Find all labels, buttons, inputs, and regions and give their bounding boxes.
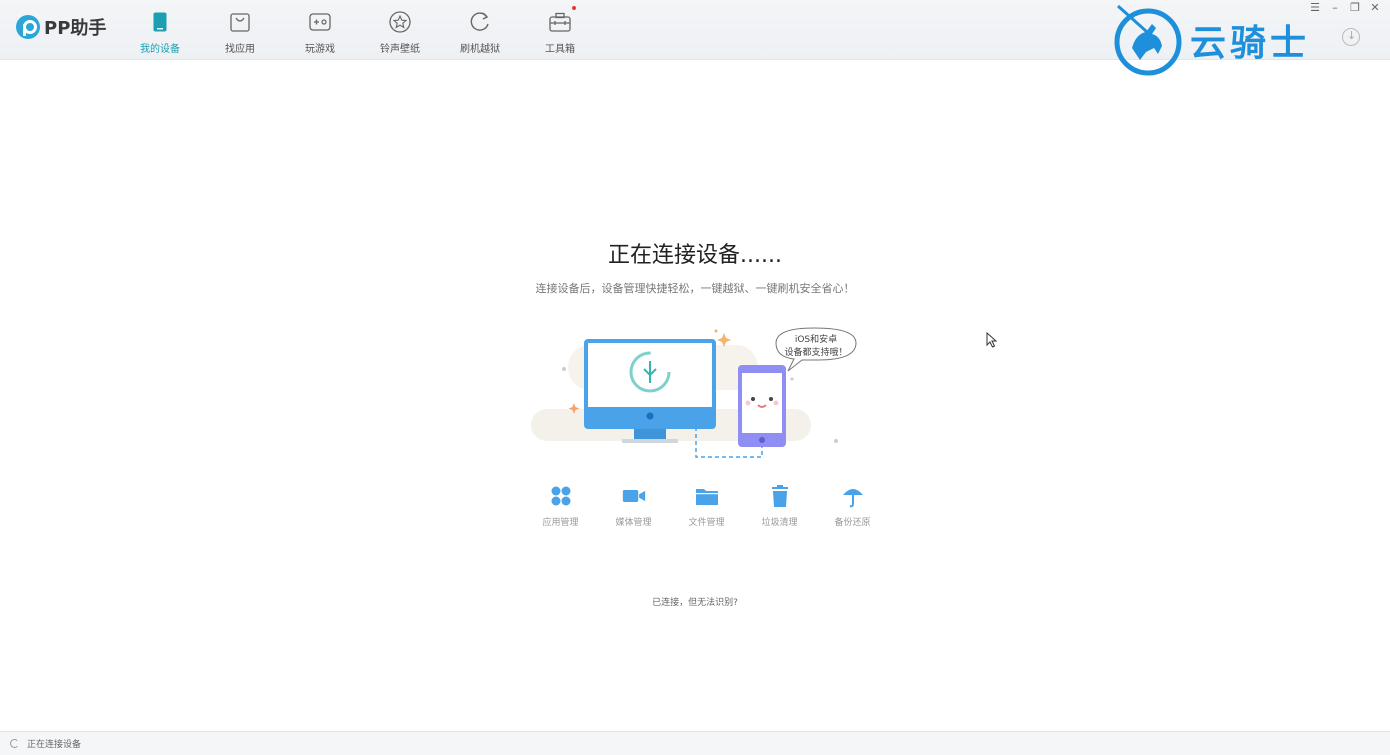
status-text: 正在连接设备 [27, 740, 82, 750]
watermark-text: 云骑士 [1190, 23, 1311, 64]
bag-icon [228, 10, 252, 34]
pp-logo-icon [16, 15, 40, 39]
page-title: 正在连接设备...... [608, 243, 782, 268]
bubble-text: iOS和安卓 [795, 333, 837, 345]
nav-find-apps[interactable]: 找应用 [200, 0, 280, 60]
feature-label: 应用管理 [542, 518, 579, 528]
nav-my-device[interactable]: 我的设备 [120, 0, 200, 60]
feature-label: 媒体管理 [615, 518, 652, 528]
menu-icon[interactable]: ☰ [1308, 0, 1322, 14]
feature-label: 垃圾清理 [761, 518, 798, 528]
feature-backup-restore[interactable]: 备份还原 [816, 484, 889, 528]
mouse-cursor-icon [986, 332, 998, 348]
top-bar: PP助手 我的设备 找应用 玩游戏 铃声壁纸 刷机越狱 工具箱 云骑士 ☰ – … [0, 0, 1390, 76]
connected-but-unrecognized-link[interactable]: 已连接，但无法识别? [0, 595, 1390, 608]
feature-app-management[interactable]: 应用管理 [524, 484, 597, 528]
video-camera-icon [622, 490, 645, 502]
feature-list: 应用管理 媒体管理 文件管理 垃圾清理 备份还原 [524, 484, 889, 528]
close-icon[interactable]: ✕ [1368, 0, 1382, 14]
feature-label: 备份还原 [834, 518, 871, 528]
feature-media-management[interactable]: 媒体管理 [597, 484, 670, 528]
window-controls: ☰ – ❐ ✕ [1308, 0, 1382, 14]
phone-icon [148, 10, 172, 34]
app-logo: PP助手 [16, 14, 106, 40]
nav-play-games[interactable]: 玩游戏 [280, 0, 360, 60]
download-icon[interactable] [1342, 28, 1360, 46]
nav-label: 玩游戏 [305, 44, 335, 55]
bubble-text: 设备都支持哦！ [784, 346, 847, 358]
apps-grid-icon [551, 486, 570, 506]
trash-icon [771, 485, 788, 507]
restore-icon[interactable]: ❐ [1348, 0, 1362, 14]
notification-badge [572, 6, 576, 10]
toolbox-icon [548, 10, 572, 34]
nav-ringtones-wallpapers[interactable]: 铃声壁纸 [360, 0, 440, 60]
app-window: PP助手 我的设备 找应用 玩游戏 铃声壁纸 刷机越狱 工具箱 云骑士 ☰ – … [0, 0, 1390, 755]
umbrella-icon [842, 489, 863, 508]
app-name: PP助手 [44, 18, 107, 39]
main-content: 正在连接设备...... 连接设备后，设备管理快捷轻松，一键越狱、一键刷机安全省… [0, 61, 1390, 731]
nav-label: 工具箱 [545, 44, 575, 55]
feature-file-management[interactable]: 文件管理 [670, 484, 743, 528]
gamepad-icon [308, 10, 332, 34]
page-subtitle: 连接设备后，设备管理快捷轻松，一键越狱、一键刷机安全省心！ [535, 282, 855, 295]
nav-label: 我的设备 [140, 44, 180, 55]
nav-flash-jailbreak[interactable]: 刷机越狱 [440, 0, 520, 60]
feature-label: 文件管理 [688, 518, 725, 528]
nav-toolbox[interactable]: 工具箱 [520, 0, 600, 60]
status-bar: 正在连接设备 [0, 731, 1390, 755]
star-icon [388, 10, 412, 34]
minimize-icon[interactable]: – [1328, 0, 1342, 14]
main-nav: 我的设备 找应用 玩游戏 铃声壁纸 刷机越狱 工具箱 [120, 0, 600, 60]
nav-label: 铃声壁纸 [380, 44, 420, 55]
refresh-icon [468, 10, 492, 34]
folder-icon [695, 489, 718, 505]
nav-label: 刷机越狱 [460, 44, 500, 55]
connect-device-illustration: iOS和安卓 设备都支持哦！ [531, 327, 857, 458]
loading-spinner-icon [10, 739, 19, 748]
nav-label: 找应用 [225, 44, 255, 55]
feature-junk-cleanup[interactable]: 垃圾清理 [743, 484, 816, 528]
